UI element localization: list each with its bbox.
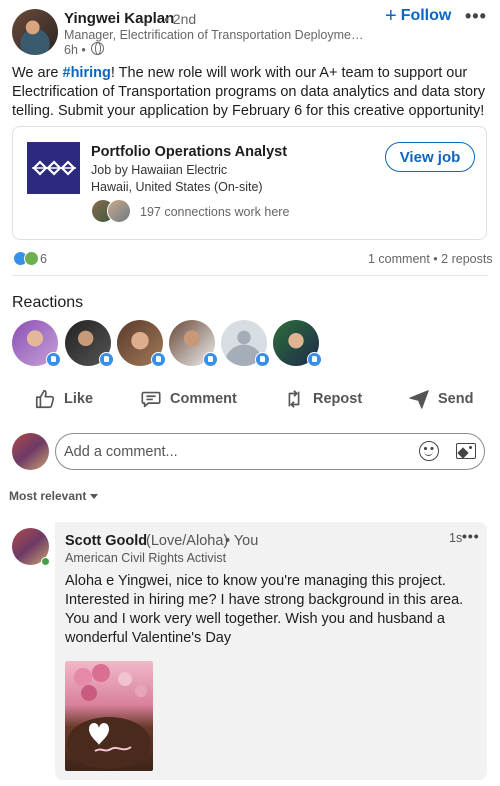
repost-button[interactable]: Repost [283,388,362,410]
image-icon[interactable] [456,443,476,459]
follow-button[interactable]: + Follow [385,5,452,27]
connection-avatars [91,199,133,225]
globe-icon [91,42,104,55]
reactor-avatar[interactable] [273,320,322,367]
send-icon [409,390,429,409]
connection-degree: • 2nd [164,11,197,27]
job-company: Job by Hawaiian Electric [91,163,228,177]
current-user-avatar[interactable] [12,433,49,470]
comment-text: Aloha e Yingwei, nice to know you're man… [65,573,464,646]
sort-dropdown[interactable]: Most relevant [9,489,99,503]
author-avatar[interactable] [12,9,58,55]
comment-button[interactable]: Comment [140,388,237,410]
comment-repost-count[interactable]: 1 comment • 2 reposts [368,252,493,266]
connection-avatar [107,199,131,223]
job-title[interactable]: Portfolio Operations Analyst [91,144,287,160]
like-badge-icon [46,352,61,367]
repost-label: Repost [313,391,363,407]
hashtag-link[interactable]: #hiring [63,65,111,81]
comment-more-icon[interactable]: ••• [462,528,480,544]
reaction-count[interactable]: 6 [40,252,47,266]
job-location: Hawaii, United States (On-site) [91,180,263,194]
hawaiian-electric-logo [27,142,80,194]
reactor-avatar[interactable] [65,320,114,367]
commenter-you-tag: • You [225,533,259,549]
commenter-name[interactable]: Scott Goold [65,533,147,549]
reactions-heading: Reactions [12,294,84,311]
connections-count: 197 connections work here [140,205,290,219]
emoji-icon[interactable] [419,441,439,461]
caret-down-icon [90,493,99,499]
reaction-icons[interactable] [13,251,43,267]
repost-icon [288,390,300,408]
author-name[interactable]: Yingwei Kaplan [64,10,174,27]
commenter-headline: American Civil Rights Activist [65,551,227,565]
reactor-avatar-placeholder[interactable] [221,320,270,367]
comment-image[interactable] [65,661,153,771]
more-options-icon[interactable]: ••• [465,6,487,27]
like-badge-icon [99,352,114,367]
like-label: Like [64,391,94,407]
comment-timestamp: 1s [449,531,463,545]
divider [12,275,488,276]
view-job-button[interactable]: View job [385,142,475,172]
sort-label: Most relevant [9,489,87,503]
reactor-avatar[interactable] [169,320,218,367]
post-text: We are #hiring! The new role will work w… [12,64,488,121]
send-label: Send [438,391,474,407]
send-button[interactable]: Send [408,388,473,410]
valentine-chocolate-image [67,664,151,769]
comment-label: Comment [170,391,237,407]
like-badge-icon [255,352,270,367]
commenter-pronunciation: (Love/Aloha) [146,533,229,549]
like-badge-icon [307,352,322,367]
post-text-start: We are [12,65,63,81]
plus-icon: + [385,5,397,27]
like-button[interactable]: Like [34,388,93,410]
follow-label: Follow [400,7,452,24]
reactor-avatar[interactable] [12,320,61,367]
post-timestamp: 6h • [64,43,86,57]
online-status-indicator [41,557,50,566]
reactor-avatar[interactable] [117,320,166,367]
like-badge-icon [151,352,166,367]
like-badge-icon [203,352,218,367]
celebrate-reaction-icon [24,251,39,266]
comment-icon [141,391,161,408]
thumbs-up-icon [35,389,55,409]
author-headline: Manager, Electrification of Transportati… [64,28,364,42]
